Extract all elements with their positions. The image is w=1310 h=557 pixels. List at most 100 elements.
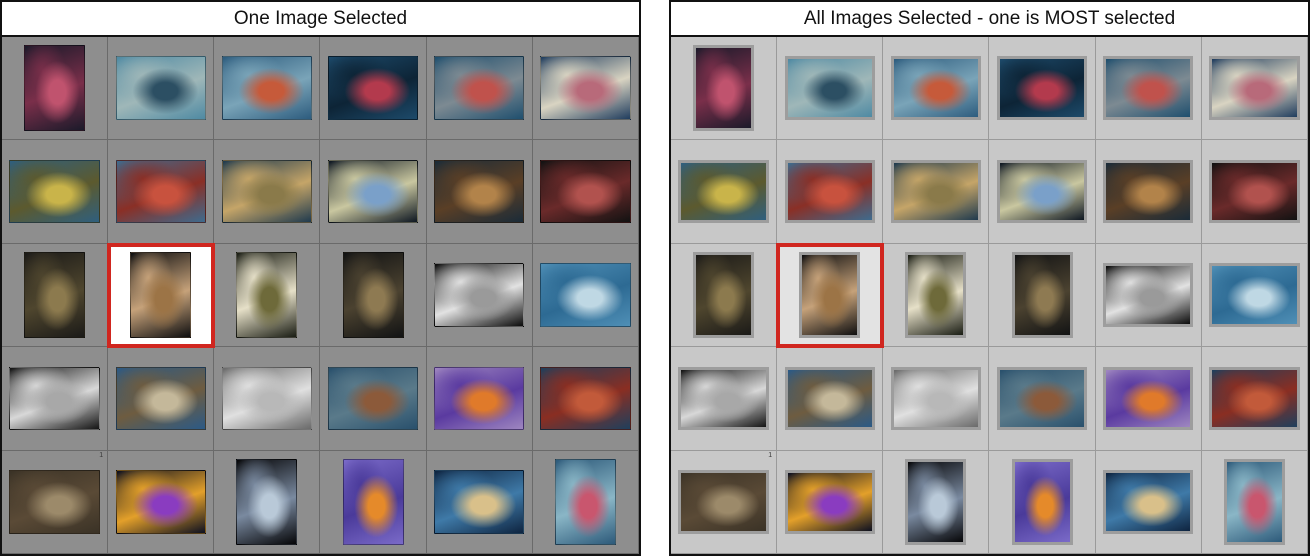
grid-cell[interactable] — [989, 243, 1096, 348]
thumbnail-crinoid-vertical[interactable] — [1011, 251, 1073, 338]
grid-cell[interactable] — [532, 450, 639, 554]
grid-cell[interactable] — [2, 243, 109, 348]
grid-cell[interactable] — [883, 243, 990, 348]
thumbnail-shark-bw-moon[interactable] — [9, 366, 100, 431]
grid-cell[interactable] — [532, 347, 639, 451]
thumbnail-red-gorgonian[interactable] — [1209, 366, 1300, 431]
thumbnail-nudibranch[interactable] — [327, 159, 419, 224]
thumbnail-nudibranch[interactable] — [996, 159, 1088, 224]
grid-cell[interactable] — [1095, 347, 1202, 451]
grid-cell[interactable] — [883, 450, 990, 554]
grid-cell[interactable] — [1095, 243, 1202, 348]
thumbnail-grouper-close[interactable] — [9, 470, 100, 534]
grid-cell[interactable]: 1 — [2, 450, 109, 554]
grid-cell[interactable] — [777, 450, 884, 554]
grid-cell[interactable] — [989, 450, 1096, 554]
thumbnail-scorpionfish[interactable] — [1103, 159, 1194, 224]
grid-cell[interactable] — [777, 347, 884, 451]
grid-cell[interactable] — [1201, 37, 1308, 141]
thumbnail-frogfish-on-reef[interactable] — [890, 159, 982, 224]
thumbnail-red-coral-reef[interactable] — [115, 159, 206, 224]
thumbnail-purple-fish-dark[interactable] — [115, 470, 206, 534]
thumbnail-coral-reef-vertical[interactable] — [554, 458, 616, 545]
thumbnail-reef-with-coral[interactable] — [434, 56, 525, 120]
thumbnail-red-sea-fan[interactable] — [996, 56, 1088, 120]
grid-cell[interactable] — [883, 347, 990, 451]
thumbnail-frogfish-vertical[interactable] — [130, 251, 192, 338]
thumbnail-nurse-shark-reef[interactable] — [115, 366, 206, 431]
thumbnail-yellow-fish-school[interactable] — [9, 159, 100, 224]
grid-cell[interactable] — [108, 347, 215, 451]
grid-cell[interactable] — [532, 243, 639, 348]
thumbnail-coral-reef-vertical[interactable] — [1223, 458, 1285, 545]
grid-cell[interactable] — [320, 243, 427, 348]
grid-cell[interactable] — [214, 37, 321, 141]
thumbnail-reef-with-coral[interactable] — [1103, 56, 1194, 120]
grid-cell[interactable] — [108, 140, 215, 244]
thumbnail-frogfish-on-reef[interactable] — [221, 159, 313, 224]
thumbnail-shark-black-white[interactable] — [1103, 263, 1194, 327]
thumbnail-nurse-shark-bw[interactable] — [890, 366, 982, 431]
grid-cell[interactable] — [777, 37, 884, 141]
thumbnail-jawfish[interactable] — [236, 458, 298, 545]
thumbnail-jawfish[interactable] — [905, 458, 967, 545]
grid-cell[interactable] — [1095, 140, 1202, 244]
thumbnail-crinoid-vertical[interactable] — [342, 251, 404, 338]
thumbnail-scorpionfish[interactable] — [434, 159, 525, 224]
grid-cell[interactable]: 1 — [671, 450, 778, 554]
thumbnail-shark-blue[interactable] — [1209, 263, 1300, 327]
grid-cell[interactable] — [426, 243, 533, 348]
thumbnail-nurse-shark-bw[interactable] — [221, 366, 313, 431]
thumbnail-shark-bw-moon[interactable] — [678, 366, 769, 431]
grid-cell[interactable] — [426, 347, 533, 451]
thumbnail-school-of-fish-reef[interactable] — [784, 56, 875, 120]
grid-cell[interactable] — [426, 37, 533, 141]
grid-cell[interactable] — [1201, 347, 1308, 451]
thumbnail-pink-soft-coral[interactable] — [24, 45, 86, 132]
thumbnail-crinoid-and-coral[interactable] — [24, 251, 86, 338]
thumbnail-grouper-reef[interactable] — [327, 366, 419, 431]
grid-cell[interactable] — [532, 37, 639, 141]
thumbnail-brain-coral[interactable] — [1103, 470, 1194, 534]
thumbnail-small-fish-in-hole[interactable] — [236, 251, 298, 338]
grid-cell[interactable] — [532, 140, 639, 244]
grid-cell[interactable] — [671, 37, 778, 141]
grid-cell[interactable] — [1201, 243, 1308, 348]
grid-cell[interactable] — [320, 347, 427, 451]
thumbnail-red-gorgonian[interactable] — [540, 366, 631, 431]
grid-cell[interactable] — [1201, 450, 1308, 554]
thumbnail-grouper-reef[interactable] — [996, 366, 1088, 431]
thumbnail-purple-anthias[interactable] — [434, 366, 525, 431]
grid-cell[interactable] — [883, 140, 990, 244]
thumbnail-yellow-fish-school[interactable] — [678, 159, 769, 224]
thumbnail-red-fish-school[interactable] — [221, 56, 313, 120]
grid-cell[interactable] — [320, 37, 427, 141]
grid-cell-selected[interactable] — [107, 242, 216, 349]
thumbnail-red-frogfish[interactable] — [540, 159, 631, 224]
grid-cell[interactable] — [1201, 140, 1308, 244]
grid-cell[interactable] — [671, 243, 778, 348]
thumbnail-small-fish-in-hole[interactable] — [905, 251, 967, 338]
grid-cell[interactable] — [426, 450, 533, 554]
grid-cell[interactable] — [1095, 450, 1202, 554]
grid-cell[interactable] — [214, 140, 321, 244]
grid-cell[interactable] — [671, 140, 778, 244]
grid-cell[interactable] — [2, 37, 109, 141]
grid-cell[interactable] — [108, 450, 215, 554]
grid-cell[interactable] — [777, 140, 884, 244]
thumbnail-frogfish-vertical[interactable] — [799, 251, 861, 338]
thumbnail-crinoid-and-coral[interactable] — [693, 251, 755, 338]
grid-cell[interactable] — [214, 347, 321, 451]
thumbnail-pink-soft-coral[interactable] — [693, 45, 755, 132]
grid-cell[interactable] — [671, 347, 778, 451]
thumbnail-shark-black-white[interactable] — [434, 263, 525, 327]
grid-cell[interactable] — [2, 347, 109, 451]
grid-cell-selected[interactable] — [776, 242, 885, 349]
grid-cell[interactable] — [320, 450, 427, 554]
thumbnail-purple-anthias-vertical[interactable] — [342, 458, 404, 545]
grid-cell[interactable] — [883, 37, 990, 141]
grid-cell[interactable] — [214, 243, 321, 348]
grid-cell[interactable] — [1095, 37, 1202, 141]
thumbnail-brain-coral[interactable] — [434, 470, 525, 534]
thumbnail-coral-garden[interactable] — [540, 56, 631, 120]
